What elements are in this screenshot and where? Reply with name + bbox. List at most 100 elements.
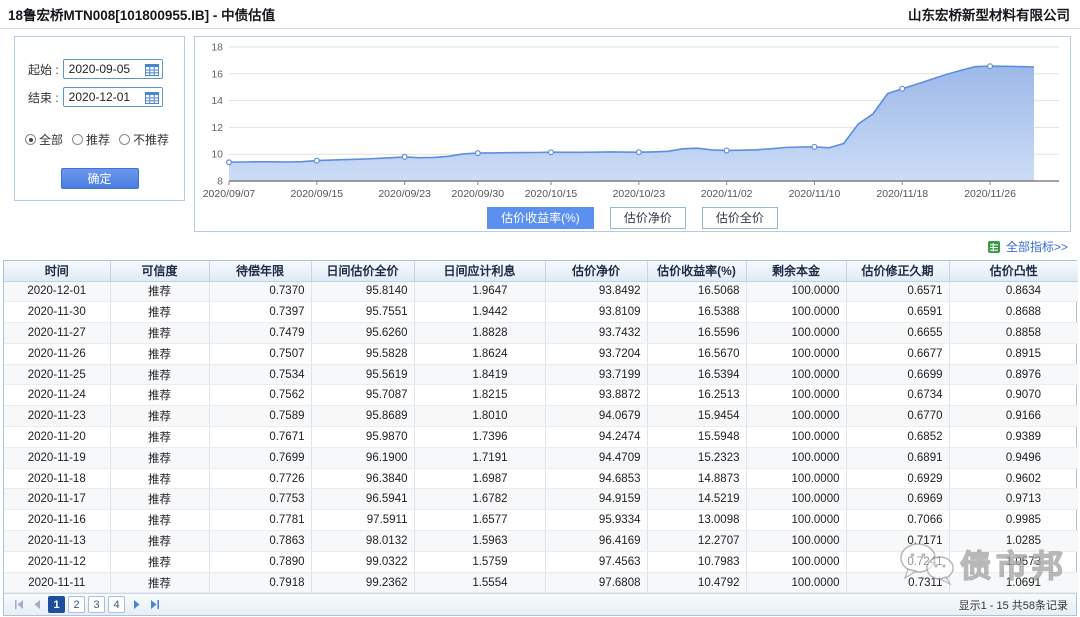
cell-date: 2020-11-17: [4, 489, 110, 510]
table-row[interactable]: 2020-11-13推荐0.786398.01321.596396.416912…: [4, 531, 1078, 552]
svg-text:2020/09/23: 2020/09/23: [378, 188, 431, 200]
table-row[interactable]: 2020-11-23推荐0.758995.86891.801094.067915…: [4, 406, 1078, 427]
cell-value: 1.8419: [414, 364, 545, 385]
cell-value: 0.9166: [949, 406, 1078, 427]
cell-value: 95.5828: [311, 343, 414, 364]
cell-value: 100.0000: [746, 510, 846, 531]
cell-value: 95.7087: [311, 385, 414, 406]
table-row[interactable]: 2020-11-11推荐0.791899.23621.555497.680810…: [4, 572, 1078, 593]
all-indicators-link[interactable]: 全部指标>>: [1006, 238, 1068, 255]
cell-value: 1.6577: [414, 510, 545, 531]
filter-panel: 起始 : 2020-09-05 结束 : 2020-12-01: [14, 36, 185, 201]
radio-all[interactable]: 全部: [25, 131, 63, 148]
table-row[interactable]: 2020-11-26推荐0.750795.58281.862493.720416…: [4, 343, 1078, 364]
yield-chart: 810121416182020/09/072020/09/152020/09/2…: [195, 37, 1070, 205]
table-row[interactable]: 2020-11-25推荐0.753495.56191.841993.719916…: [4, 364, 1078, 385]
cell-credibility: 推荐: [110, 343, 209, 364]
calendar-icon[interactable]: [145, 91, 159, 104]
confirm-button[interactable]: 确定: [61, 168, 139, 189]
cell-value: 0.7241: [846, 551, 949, 572]
table-row[interactable]: 2020-11-18推荐0.772696.38401.698794.685314…: [4, 468, 1078, 489]
tab-yield[interactable]: 估价收益率(%): [487, 207, 594, 229]
cell-value: 16.2513: [647, 385, 746, 406]
table-row[interactable]: 2020-11-17推荐0.775396.59411.678294.915914…: [4, 489, 1078, 510]
start-date-label: 起始 :: [28, 61, 59, 78]
page-number-1[interactable]: 1: [48, 596, 65, 613]
page-number-list: 1234: [48, 596, 125, 613]
cell-date: 2020-11-27: [4, 323, 110, 344]
cell-value: 100.0000: [746, 385, 846, 406]
table-row[interactable]: 2020-11-12推荐0.789099.03221.575997.456310…: [4, 551, 1078, 572]
table-row[interactable]: 2020-11-30推荐0.739795.75511.944293.810916…: [4, 302, 1078, 323]
start-date-input[interactable]: 2020-09-05: [63, 59, 163, 79]
next-page-icon[interactable]: [129, 598, 143, 612]
export-excel-icon[interactable]: [987, 240, 1001, 254]
col-header-yield: 估价收益率(%): [647, 261, 746, 281]
page-number-3[interactable]: 3: [88, 596, 105, 613]
tab-net-price[interactable]: 估价净价: [610, 207, 686, 229]
cell-value: 100.0000: [746, 572, 846, 593]
cell-credibility: 推荐: [110, 468, 209, 489]
cell-value: 0.7171: [846, 531, 949, 552]
cell-value: 0.8634: [949, 281, 1078, 302]
cell-value: 95.8140: [311, 281, 414, 302]
radio-dot: [25, 134, 36, 145]
pagination-bar: 1234 显示1 - 15 共58条记录: [4, 593, 1076, 615]
cell-value: 15.2323: [647, 447, 746, 468]
col-header-accrued-interest: 日间应计利息: [414, 261, 545, 281]
cell-date: 2020-11-25: [4, 364, 110, 385]
cell-value: 96.5941: [311, 489, 414, 510]
cell-date: 2020-11-11: [4, 572, 110, 593]
record-summary: 显示1 - 15 共58条记录: [959, 597, 1068, 613]
cell-value: 93.7204: [545, 343, 647, 364]
table-row[interactable]: 2020-11-27推荐0.747995.62601.882893.743216…: [4, 323, 1078, 344]
svg-text:2020/11/18: 2020/11/18: [876, 188, 928, 200]
cell-value: 0.7918: [209, 572, 311, 593]
calendar-icon[interactable]: [145, 63, 159, 76]
radio-not-recommended[interactable]: 不推荐: [119, 131, 169, 148]
svg-text:10: 10: [211, 149, 223, 161]
cell-value: 16.5394: [647, 364, 746, 385]
page-number-4[interactable]: 4: [108, 596, 125, 613]
cell-value: 94.0679: [545, 406, 647, 427]
cell-value: 1.7396: [414, 427, 545, 448]
svg-text:18: 18: [211, 42, 223, 54]
cell-value: 14.8873: [647, 468, 746, 489]
cell-value: 94.2474: [545, 427, 647, 448]
cell-value: 0.7726: [209, 468, 311, 489]
prev-page-icon[interactable]: [30, 598, 44, 612]
cell-value: 13.0098: [647, 510, 746, 531]
cell-value: 0.7753: [209, 489, 311, 510]
first-page-icon[interactable]: [12, 598, 26, 612]
cell-value: 100.0000: [746, 406, 846, 427]
cell-value: 10.4792: [647, 572, 746, 593]
cell-value: 1.6782: [414, 489, 545, 510]
cell-value: 95.6260: [311, 323, 414, 344]
end-date-input[interactable]: 2020-12-01: [63, 87, 163, 107]
cell-value: 1.0691: [949, 572, 1078, 593]
svg-text:2020/11/26: 2020/11/26: [964, 188, 1016, 200]
cell-value: 16.5068: [647, 281, 746, 302]
company-name: 山东宏桥新型材料有限公司: [908, 4, 1070, 24]
cell-date: 2020-11-18: [4, 468, 110, 489]
page-number-2[interactable]: 2: [68, 596, 85, 613]
cell-value: 0.7781: [209, 510, 311, 531]
cell-value: 0.6699: [846, 364, 949, 385]
table-row[interactable]: 2020-11-19推荐0.769996.19001.719194.470915…: [4, 447, 1078, 468]
cell-value: 1.5759: [414, 551, 545, 572]
table-row[interactable]: 2020-12-01推荐0.737095.81401.964793.849216…: [4, 281, 1078, 302]
cell-credibility: 推荐: [110, 302, 209, 323]
cell-value: 100.0000: [746, 302, 846, 323]
tab-full-price[interactable]: 估价全价: [702, 207, 778, 229]
table-row[interactable]: 2020-11-24推荐0.756295.70871.821593.887216…: [4, 385, 1078, 406]
cell-value: 1.8828: [414, 323, 545, 344]
cell-credibility: 推荐: [110, 427, 209, 448]
svg-text:2020/09/30: 2020/09/30: [452, 188, 505, 200]
radio-dot: [72, 134, 83, 145]
last-page-icon[interactable]: [147, 598, 161, 612]
table-row[interactable]: 2020-11-16推荐0.778197.59111.657795.933413…: [4, 510, 1078, 531]
cell-value: 96.4169: [545, 531, 647, 552]
table-row[interactable]: 2020-11-20推荐0.767195.98701.739694.247415…: [4, 427, 1078, 448]
cell-date: 2020-12-01: [4, 281, 110, 302]
radio-recommended[interactable]: 推荐: [72, 131, 110, 148]
